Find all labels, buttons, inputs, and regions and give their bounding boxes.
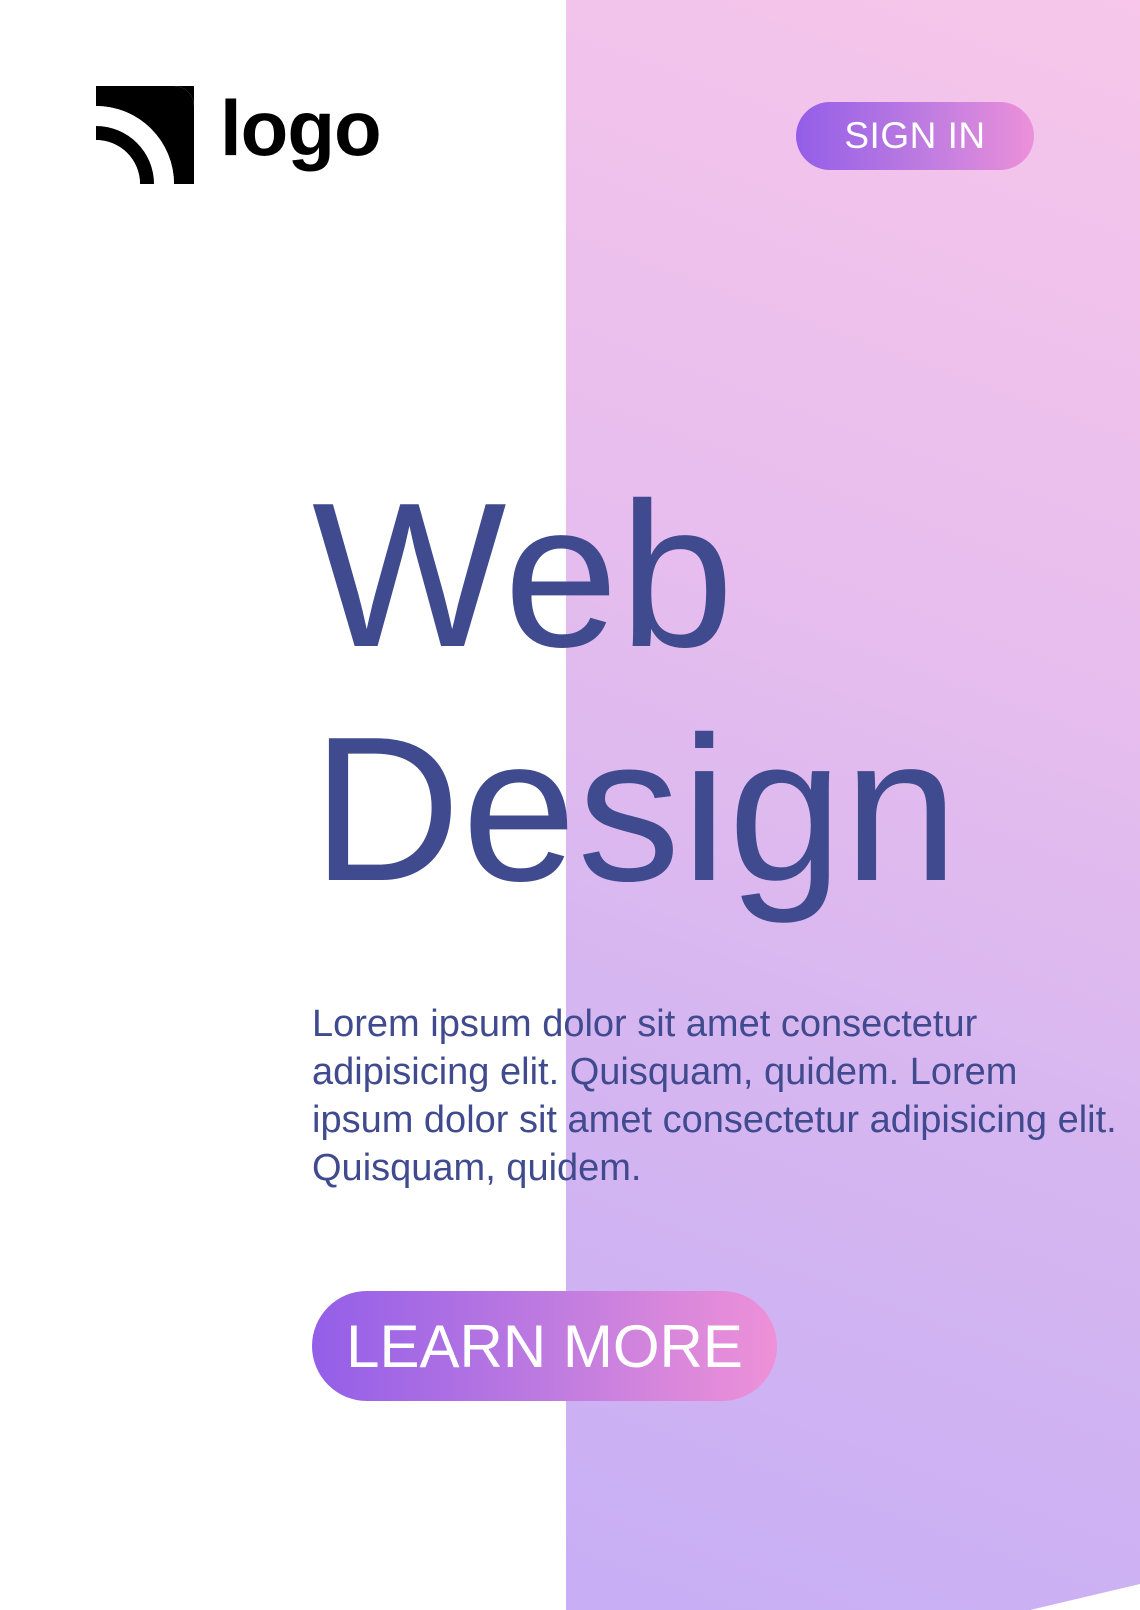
- background-slant: [1030, 1584, 1140, 1610]
- sign-in-button[interactable]: SIGN IN: [796, 102, 1034, 170]
- hero-description: Lorem ipsum dolor sit amet consectetur a…: [312, 1003, 1117, 1189]
- hero-title-line-1: Web: [312, 460, 735, 690]
- hero-title-line-2: Design: [312, 694, 960, 924]
- signal-arcs-icon: [96, 86, 194, 184]
- hero-title: Web Design: [312, 458, 959, 926]
- logo-text: logo: [220, 84, 382, 172]
- learn-more-button[interactable]: LEARN MORE: [312, 1291, 777, 1401]
- logo[interactable]: logo: [96, 84, 382, 184]
